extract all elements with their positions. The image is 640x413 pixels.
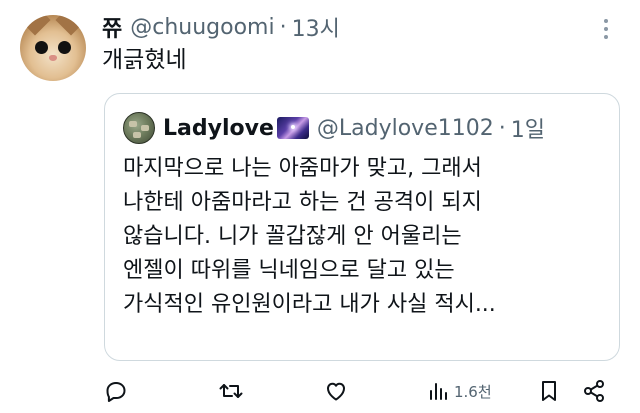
reply-button[interactable] [104,374,128,408]
quoted-text-line: 나한테 아줌마라고 하는 건 공격이 되지 [123,190,482,215]
views-button[interactable]: 1.6천 [428,374,492,408]
tweet[interactable]: 쮸 @chuugoomi · 13시 개긁혔네 Ladylove @Ladylo… [0,0,640,413]
quoted-text-line: 마지막으로 나는 아줌마가 맞고, 그래서 [123,156,482,181]
timestamp[interactable]: 13시 [292,11,340,43]
author-handle[interactable]: @chuugoomi [130,15,274,40]
quoted-author-name: Ladylove [163,115,274,141]
like-icon [327,382,345,401]
tweet-text: 개긁혔네 [102,47,187,73]
separator-dot: · [279,14,287,40]
retweet-button[interactable] [218,374,244,408]
share-button[interactable] [582,374,606,408]
tweet-header: 쮸 @chuugoomi · 13시 [102,11,340,43]
avatar-nose [49,55,57,61]
separator-dot: · [498,115,506,141]
quoted-text-line: 않습니다. 니가 꼴갑잖게 안 어울리는 [123,224,462,249]
quoted-tweet-text: 마지막으로 나는 아줌마가 맞고, 그래서 나한테 아줌마라고 하는 건 공격이… [123,152,613,322]
quoted-text-line: 엔젤이 따위를 닉네임으로 달고 있는 [123,258,455,283]
avatar-eye-left [35,41,48,54]
more-options-icon[interactable] [596,16,616,42]
quoted-author-handle: @Ladylove1102 [316,115,494,141]
author-name[interactable]: 쮸 [102,11,122,43]
avatar-ear-left [20,15,51,36]
avatar-eye-right [58,41,71,54]
galaxy-icon [276,117,309,139]
avatar[interactable] [20,15,86,81]
avatar-ear-right [55,15,86,36]
quoted-timestamp: 1일 [510,118,545,143]
share-icon [584,380,604,402]
action-bar: 1.6천 [100,374,620,408]
quoted-avatar[interactable] [123,112,155,144]
retweet-icon [219,384,243,398]
views-icon [430,383,447,400]
bookmark-icon [542,381,556,401]
reply-icon [106,382,126,402]
quoted-tweet[interactable]: Ladylove @Ladylove1102 · 1일 마지막으로 나는 아줌마… [104,93,620,361]
quoted-text-line: 가식적인 유인원이라고 내가 사실 적시... [123,292,496,317]
bookmark-button[interactable] [538,374,560,408]
like-button[interactable] [324,374,348,408]
views-count: 1.6천 [454,382,492,401]
quoted-tweet-header: Ladylove @Ladylove1102 · 1일 [123,112,545,144]
